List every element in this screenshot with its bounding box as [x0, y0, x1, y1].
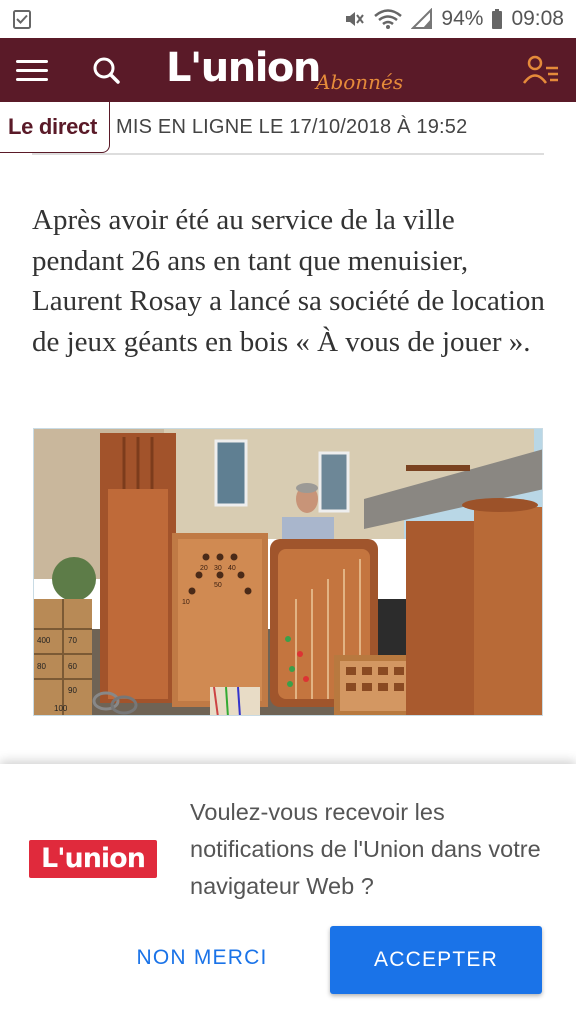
prompt-message: Voulez-vous recevoir les notifications d…	[190, 799, 541, 899]
site-header: L'union Abonnés	[0, 38, 576, 102]
workshop-photo-illustration: 400 60 70 80 90 100 20 30 40 50 10	[34, 429, 542, 715]
status-icons: 94% 09:08	[343, 6, 564, 32]
notification-prompt: L'union Voulez-vous recevoir les notific…	[0, 764, 576, 1024]
article-meta: Le direct MIS EN LIGNE LE 17/10/2018 À 1…	[0, 102, 576, 154]
photo-label-10: 10	[182, 599, 190, 606]
prompt-logo-text: L'union	[41, 843, 146, 874]
photo-label-20: 20	[200, 565, 208, 572]
photo-label-400: 400	[37, 636, 51, 645]
logo-text: L'union	[166, 45, 321, 91]
photo-label-100: 100	[54, 704, 68, 713]
photo-label-80: 80	[37, 662, 46, 671]
photo-label-70: 70	[68, 636, 77, 645]
article-lead: Après avoir été au service de la ville p…	[32, 204, 545, 358]
wifi-icon	[374, 9, 403, 29]
logo-subscribers: Abonnés	[316, 70, 404, 94]
article-photo[interactable]: 400 60 70 80 90 100 20 30 40 50 10	[33, 428, 543, 716]
clock: 09:08	[511, 7, 564, 30]
photo-label-50: 50	[214, 582, 222, 589]
decline-button[interactable]: NON MERCI	[118, 930, 286, 986]
live-tab[interactable]: Le direct	[0, 102, 110, 153]
account-icon[interactable]	[522, 54, 560, 86]
prompt-logo: L'union	[29, 840, 157, 878]
site-logo[interactable]: L'union Abonnés	[166, 40, 403, 100]
menu-icon	[16, 60, 48, 63]
menu-button[interactable]	[16, 57, 50, 83]
mute-icon	[346, 12, 365, 26]
divider	[32, 153, 544, 155]
task-done-icon	[13, 10, 31, 29]
photo-label-90: 90	[68, 686, 77, 695]
battery-icon	[492, 9, 503, 29]
status-bar: 94% 09:08	[0, 0, 576, 38]
battery-percent: 94%	[441, 7, 484, 30]
photo-label-40: 40	[228, 565, 236, 572]
publish-date: MIS EN LIGNE LE 17/10/2018 À 19:52	[116, 116, 468, 138]
live-tab-label: Le direct	[8, 114, 97, 139]
search-icon[interactable]	[90, 54, 124, 88]
photo-label-60: 60	[68, 662, 77, 671]
photo-label-30: 30	[214, 565, 222, 572]
signal-icon	[411, 8, 433, 29]
accept-button[interactable]: ACCEPTER	[330, 926, 542, 994]
